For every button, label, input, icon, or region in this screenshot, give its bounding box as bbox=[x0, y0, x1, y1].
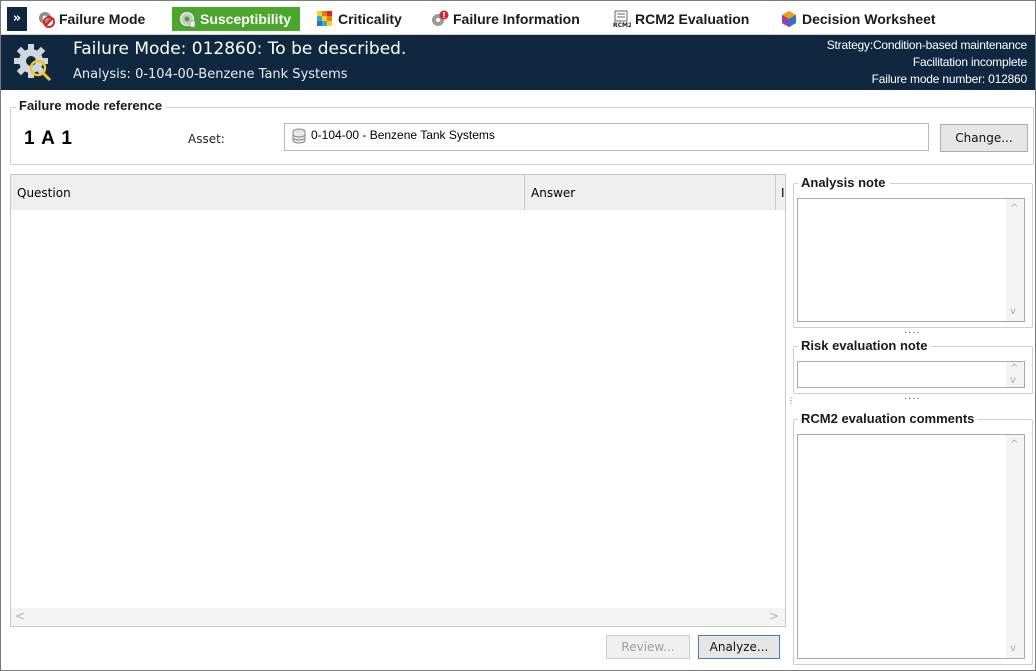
failure-mode-reference-id: 1 A 1 bbox=[24, 128, 74, 149]
svg-text:RCM2: RCM2 bbox=[613, 22, 631, 28]
splitter-handle[interactable]: .... bbox=[904, 326, 921, 336]
decision-worksheet-icon bbox=[782, 11, 796, 27]
facilitation-status: Facilitation incomplete bbox=[912, 55, 1027, 69]
page-title: Failure Mode: 012860: To be described. bbox=[73, 39, 407, 59]
asset-label: Asset: bbox=[188, 132, 225, 146]
grid-header: Question Answer I bbox=[11, 175, 785, 210]
scroll-left-icon[interactable]: < bbox=[15, 609, 25, 623]
tab-label: Decision Worksheet bbox=[802, 11, 936, 27]
tab-susceptibility[interactable]: Susceptibility bbox=[172, 7, 300, 31]
gear-magnifier-icon bbox=[14, 44, 52, 82]
failure-information-icon bbox=[432, 10, 449, 26]
tab-label: Criticality bbox=[338, 11, 402, 27]
rcm2-icon: RCM2 bbox=[613, 10, 631, 28]
strategy-text: Strategy:Condition-based maintenance bbox=[826, 38, 1027, 52]
scroll-right-icon[interactable]: > bbox=[769, 609, 779, 623]
tab-bar: » Failure Mode Susceptibility Criticalit… bbox=[1, 1, 1035, 35]
analysis-note-textarea[interactable]: ^ v bbox=[797, 198, 1025, 322]
column-separator[interactable] bbox=[524, 175, 525, 210]
tab-decision-worksheet[interactable]: Decision Worksheet bbox=[774, 7, 942, 31]
column-header-answer[interactable]: Answer bbox=[531, 186, 575, 200]
tab-failure-information[interactable]: Failure Information bbox=[425, 7, 586, 31]
scroll-down-icon[interactable]: v bbox=[1010, 375, 1016, 386]
rcm2-comments-textarea[interactable]: ^ v bbox=[797, 434, 1025, 659]
susceptibility-icon bbox=[180, 12, 196, 28]
vertical-scrollbar[interactable]: ^ v bbox=[1006, 362, 1024, 387]
header-status: Strategy:Condition-based maintenance Fac… bbox=[827, 37, 1027, 88]
scroll-up-icon[interactable]: ^ bbox=[1010, 439, 1018, 450]
tab-label: Susceptibility bbox=[200, 11, 292, 27]
splitter-handle[interactable]: .... bbox=[904, 392, 921, 402]
failure-mode-icon bbox=[39, 12, 55, 28]
risk-evaluation-note-textarea[interactable]: ^ v bbox=[797, 361, 1025, 388]
tab-label: Failure Mode bbox=[59, 11, 146, 27]
tab-label: RCM2 Evaluation bbox=[635, 11, 750, 27]
rcm2-comments-legend: RCM2 evaluation comments bbox=[798, 411, 979, 426]
column-header-truncated[interactable]: I bbox=[781, 186, 785, 200]
failure-mode-number: Failure mode number: 012860 bbox=[871, 72, 1028, 86]
change-asset-button[interactable]: Change... bbox=[940, 124, 1028, 152]
collapse-menu-button[interactable]: » bbox=[7, 7, 27, 31]
criticality-icon bbox=[317, 11, 332, 26]
horizontal-scrollbar[interactable]: < > bbox=[11, 608, 785, 626]
vertical-scrollbar[interactable]: ^ v bbox=[1006, 435, 1024, 658]
analyze-button[interactable]: Analyze... bbox=[698, 635, 780, 659]
header-banner: Failure Mode: 012860: To be described. A… bbox=[1, 35, 1035, 90]
tab-criticality[interactable]: Criticality bbox=[310, 7, 408, 31]
scroll-down-icon[interactable]: v bbox=[1010, 643, 1016, 654]
tab-failure-mode[interactable]: Failure Mode bbox=[31, 7, 151, 31]
analysis-subtitle: Analysis: 0-104-00-Benzene Tank Systems bbox=[73, 67, 348, 82]
failure-mode-reference-legend: Failure mode reference bbox=[16, 98, 167, 113]
scroll-up-icon[interactable]: ^ bbox=[1010, 363, 1018, 374]
asset-value: 0-104-00 - Benzene Tank Systems bbox=[311, 128, 495, 142]
database-icon bbox=[292, 128, 306, 144]
asset-field[interactable]: 0-104-00 - Benzene Tank Systems bbox=[284, 123, 929, 151]
risk-evaluation-note-legend: Risk evaluation note bbox=[798, 338, 932, 353]
vertical-splitter-handle[interactable]: ⋮ bbox=[787, 397, 795, 405]
tab-rcm2-evaluation[interactable]: RCM2 RCM2 Evaluation bbox=[607, 7, 755, 31]
question-answer-grid[interactable]: Question Answer I < > bbox=[10, 174, 786, 627]
scroll-down-icon[interactable]: v bbox=[1010, 306, 1016, 317]
scroll-up-icon[interactable]: ^ bbox=[1010, 203, 1018, 214]
vertical-scrollbar[interactable]: ^ v bbox=[1006, 199, 1024, 321]
analysis-note-legend: Analysis note bbox=[798, 175, 890, 190]
review-button[interactable]: Review... bbox=[606, 635, 690, 659]
tab-label: Failure Information bbox=[453, 11, 580, 27]
column-separator[interactable] bbox=[775, 175, 776, 210]
column-header-question[interactable]: Question bbox=[17, 186, 71, 200]
